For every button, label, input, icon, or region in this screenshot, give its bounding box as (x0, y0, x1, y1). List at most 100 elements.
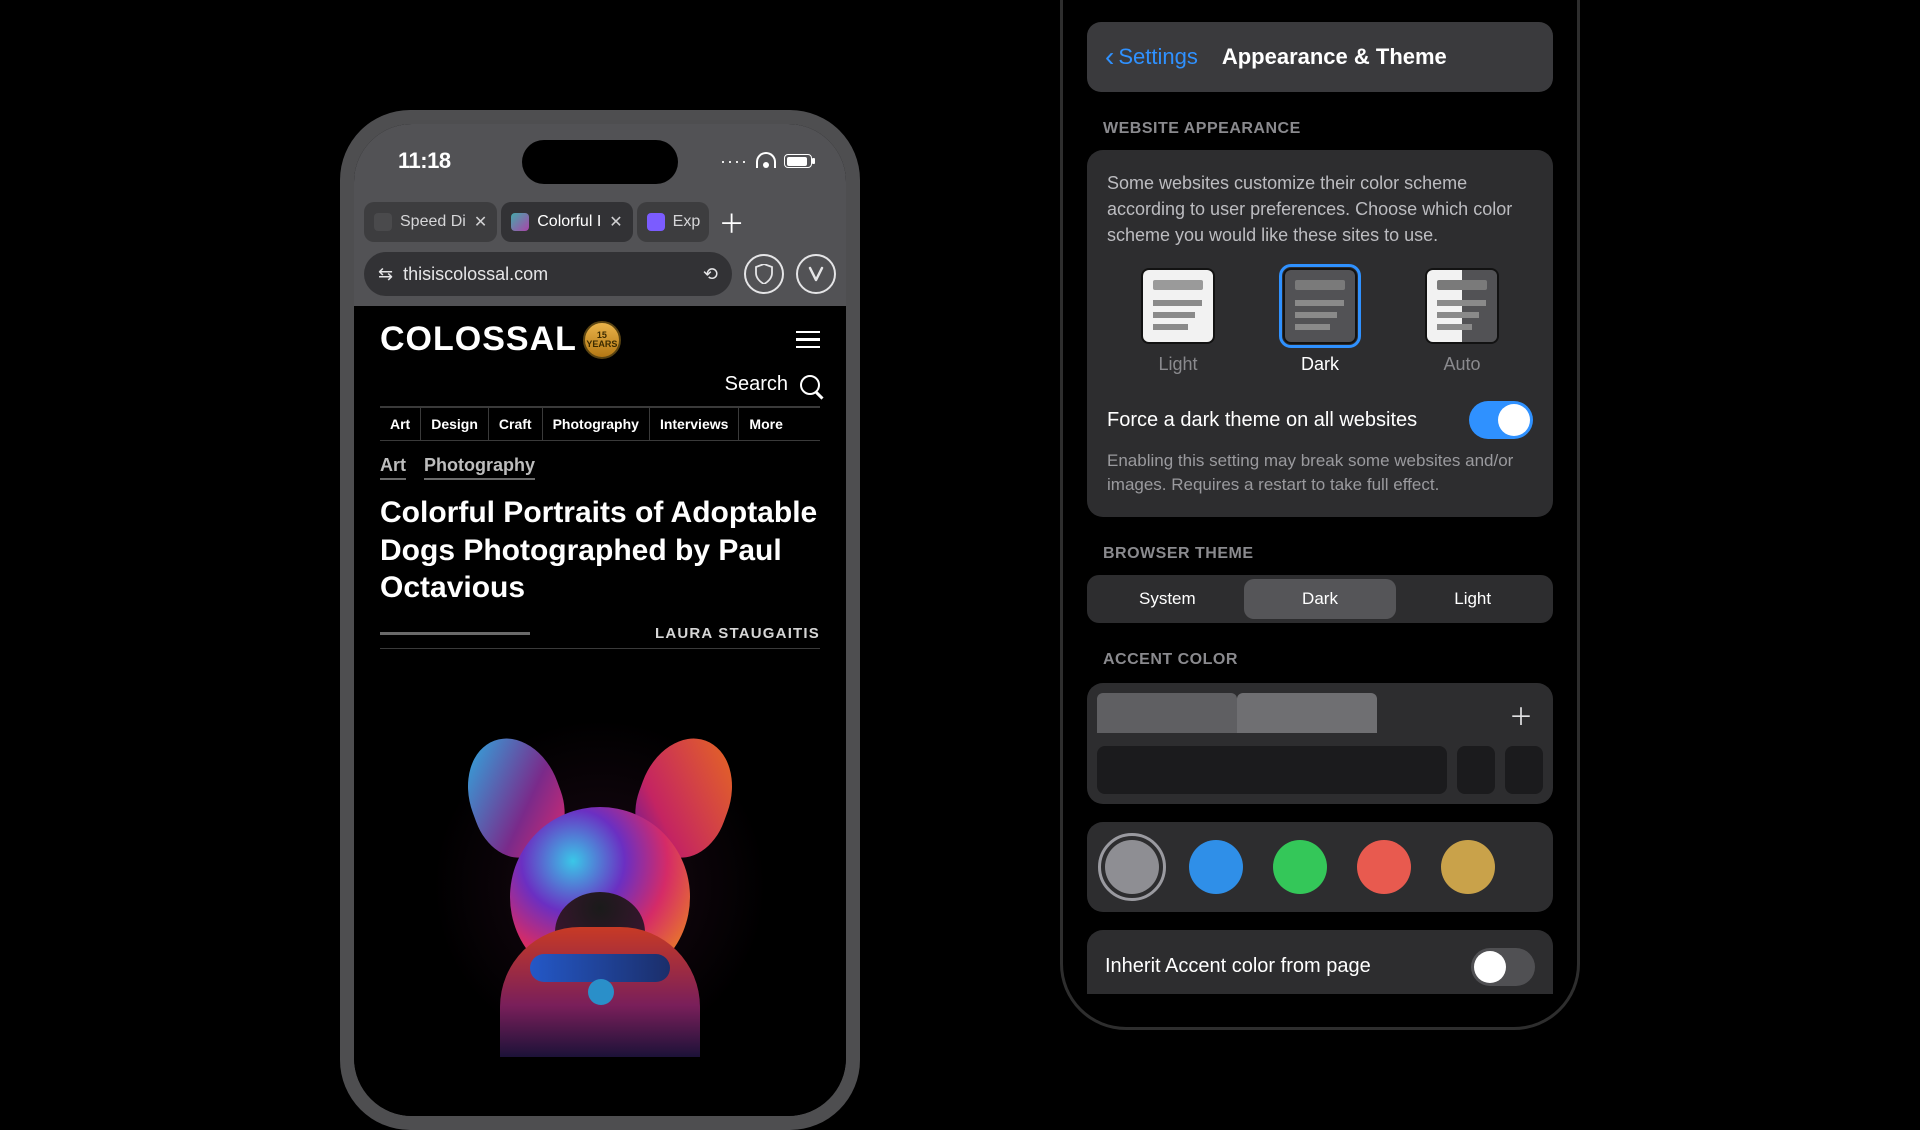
force-dark-desc: Enabling this setting may break some web… (1107, 449, 1533, 497)
nav-art[interactable]: Art (380, 408, 421, 440)
force-dark-label: Force a dark theme on all websites (1107, 409, 1417, 432)
preview-button-2 (1505, 746, 1543, 794)
preview-address-bar (1097, 746, 1447, 794)
tab-speed-dial[interactable]: Speed Di ✕ (364, 202, 497, 242)
status-time: 11:18 (398, 148, 451, 174)
anniversary-badge-icon: 15 YEARS (583, 321, 621, 359)
nav-photography[interactable]: Photography (543, 408, 650, 440)
preview-button-1 (1457, 746, 1495, 794)
status-bar: 11:18 ···· (354, 124, 846, 198)
preview-tab-active (1097, 693, 1237, 733)
color-scheme-options: Light Dark Auto (1107, 270, 1533, 375)
nav-craft[interactable]: Craft (489, 408, 543, 440)
section-browser-theme: BROWSER THEME (1103, 545, 1537, 563)
site-logo[interactable]: COLOSSAL 15 YEARS (380, 320, 621, 359)
nav-more[interactable]: More (739, 408, 792, 440)
website-appearance-desc: Some websites customize their color sche… (1107, 170, 1533, 248)
accent-red[interactable] (1357, 840, 1411, 894)
force-dark-row: Force a dark theme on all websites (1107, 401, 1533, 439)
wifi-icon (756, 154, 776, 168)
divider (380, 632, 530, 635)
preview-new-tab-icon[interactable]: ＋ (1499, 693, 1543, 736)
scheme-dark-label: Dark (1301, 354, 1339, 375)
scheme-dark[interactable]: Dark (1285, 270, 1355, 375)
tab-favicon (511, 213, 529, 231)
tab-favicon (647, 213, 665, 231)
address-bar[interactable]: ⇆ thisiscolossal.com ⟲ (364, 252, 732, 296)
site-settings-icon[interactable]: ⇆ (378, 264, 393, 285)
status-icons: ···· (720, 151, 812, 172)
theme-preview: ＋ (1087, 683, 1553, 804)
close-icon[interactable]: ✕ (474, 212, 487, 232)
reload-icon[interactable]: ⟲ (703, 264, 718, 285)
nav-interviews[interactable]: Interviews (650, 408, 739, 440)
accent-color-swatches (1105, 840, 1535, 894)
section-website-appearance: WEBSITE APPEARANCE (1103, 120, 1537, 138)
search-icon[interactable] (800, 375, 820, 395)
inherit-accent-label: Inherit Accent color from page (1105, 955, 1371, 978)
page-title: Appearance & Theme (1222, 44, 1447, 70)
scheme-light-label: Light (1158, 354, 1197, 375)
phone-left-frame: 11:18 ···· Speed Di ✕ Colorful I ✕ (340, 110, 860, 1130)
phone-right-frame: ‹ Settings Appearance & Theme WEBSITE AP… (1060, 0, 1580, 1030)
search-row[interactable]: Search (380, 373, 820, 407)
accent-grey[interactable] (1105, 840, 1159, 894)
section-accent-color: ACCENT COLOR (1103, 651, 1537, 669)
nav-design[interactable]: Design (421, 408, 489, 440)
logo-text: COLOSSAL (380, 320, 577, 359)
breadcrumb: Art Photography (380, 455, 820, 480)
phone-right-screen: ‹ Settings Appearance & Theme WEBSITE AP… (1073, 0, 1567, 1017)
battery-icon (784, 154, 812, 168)
website-appearance-card: Some websites customize their color sche… (1087, 150, 1553, 517)
seg-dark[interactable]: Dark (1244, 579, 1397, 619)
close-icon[interactable]: ✕ (609, 212, 622, 232)
browser-chrome: Speed Di ✕ Colorful I ✕ Exp ＋ ⇆ thisisco… (354, 198, 846, 306)
search-label: Search (725, 373, 788, 396)
crumb-photography[interactable]: Photography (424, 455, 535, 480)
shield-icon[interactable] (744, 254, 784, 294)
browser-theme-segmented: System Dark Light (1087, 575, 1553, 623)
scheme-light[interactable]: Light (1143, 270, 1213, 375)
seg-system[interactable]: System (1091, 579, 1244, 619)
vivaldi-icon[interactable] (796, 254, 836, 294)
accent-green[interactable] (1273, 840, 1327, 894)
url-text: thisiscolossal.com (403, 264, 548, 285)
tab-row: Speed Di ✕ Colorful I ✕ Exp ＋ (364, 198, 836, 246)
tab-favicon (374, 213, 392, 231)
scheme-auto-thumb-icon (1427, 270, 1497, 342)
address-row: ⇆ thisiscolossal.com ⟲ (364, 252, 836, 296)
scheme-auto[interactable]: Auto (1427, 270, 1497, 375)
force-dark-toggle[interactable] (1469, 401, 1533, 439)
seg-light[interactable]: Light (1396, 579, 1549, 619)
hamburger-menu-icon[interactable] (796, 331, 820, 349)
article-hero-image (380, 677, 820, 1057)
accent-colors-card (1087, 822, 1553, 912)
article-byline: LAURA STAUGAITIS (655, 625, 820, 642)
back-label: Settings (1118, 44, 1198, 70)
back-button[interactable]: ‹ Settings (1105, 43, 1198, 71)
scheme-light-thumb-icon (1143, 270, 1213, 342)
accent-blue[interactable] (1189, 840, 1243, 894)
cellular-icon: ···· (720, 151, 748, 172)
web-content: COLOSSAL 15 YEARS Search Art Design Craf… (354, 306, 846, 1116)
phone-left-screen: 11:18 ···· Speed Di ✕ Colorful I ✕ (354, 124, 846, 1116)
inherit-accent-toggle[interactable] (1471, 948, 1535, 986)
dynamic-island (522, 140, 678, 184)
tab-exp[interactable]: Exp (637, 202, 709, 242)
tab-colorful[interactable]: Colorful I ✕ (501, 202, 632, 242)
article-headline: Colorful Portraits of Adoptable Dogs Pho… (380, 494, 820, 607)
category-nav: Art Design Craft Photography Interviews … (380, 407, 820, 441)
tab-label: Colorful I (537, 213, 601, 231)
dog-portrait-graphic (460, 737, 740, 1057)
tab-label: Speed Di (400, 213, 466, 231)
new-tab-button[interactable]: ＋ (713, 203, 751, 241)
preview-tab-inactive (1237, 693, 1377, 733)
scheme-dark-thumb-icon (1285, 270, 1355, 342)
settings-nav-header: ‹ Settings Appearance & Theme (1087, 22, 1553, 92)
tab-label: Exp (673, 213, 701, 231)
inherit-accent-row: Inherit Accent color from page (1087, 930, 1553, 994)
chevron-left-icon: ‹ (1105, 43, 1114, 71)
accent-gold[interactable] (1441, 840, 1495, 894)
scheme-auto-label: Auto (1443, 354, 1480, 375)
crumb-art[interactable]: Art (380, 455, 406, 480)
